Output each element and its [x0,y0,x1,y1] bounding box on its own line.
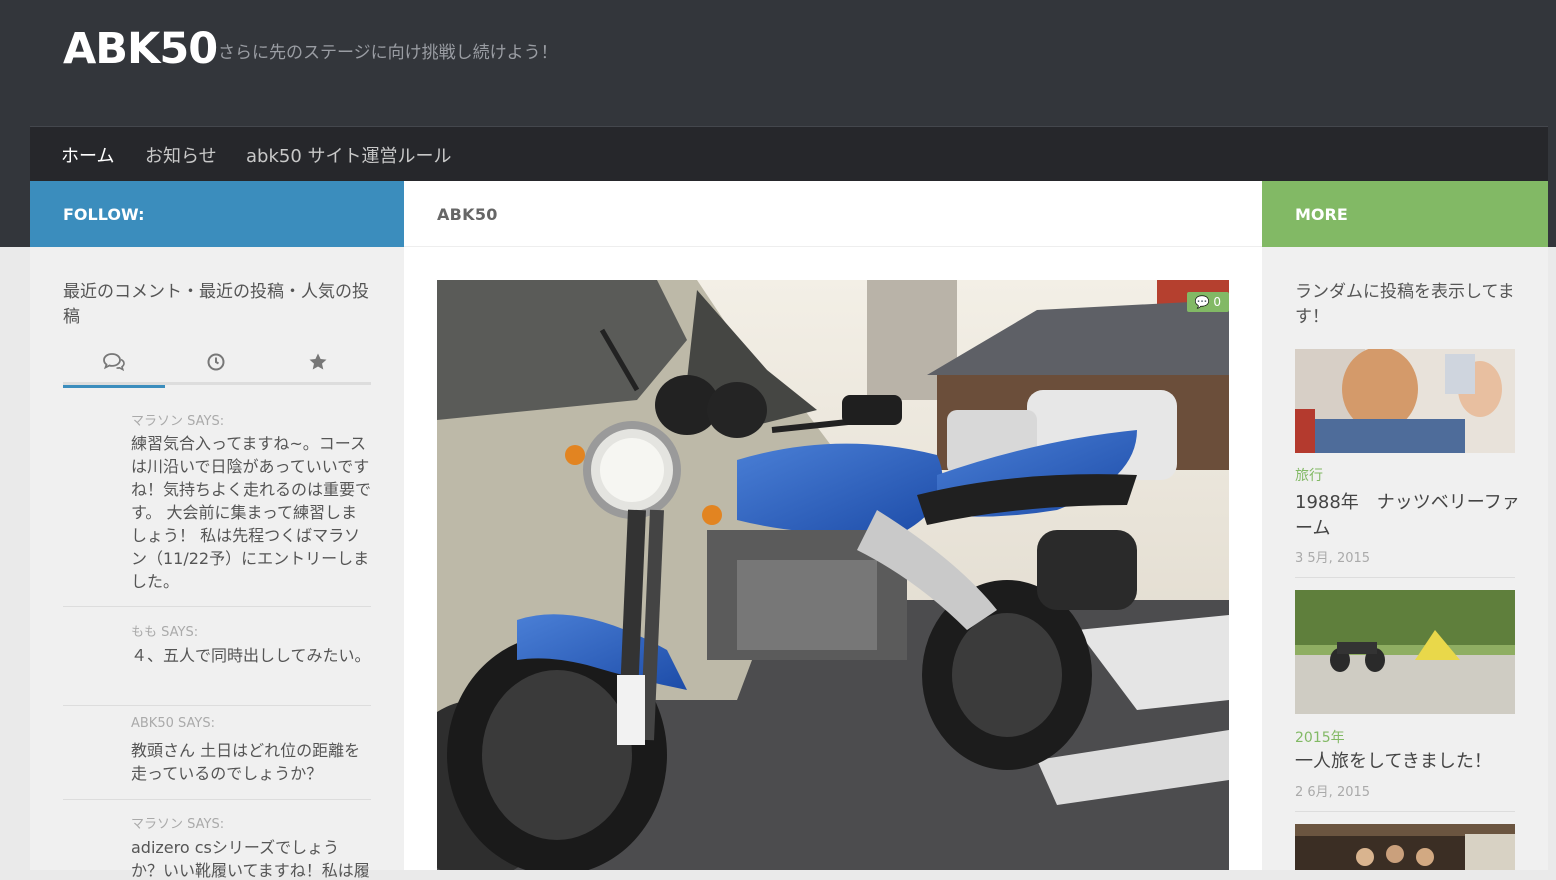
comment-item: マラソン SAYS: adizero csシリーズでしょうか？いい靴履いてますね… [63,800,371,880]
site-tagline: さらに先のステージに向け挑戦し続けよう！ [218,43,558,63]
comment-text[interactable]: ４、五人で同時出ししてみたい。 [131,644,371,667]
left-sidebar: FOLLOW: 最近のコメント・最近の投稿・人気の投稿 マラソン SAYS: 練… [30,181,404,880]
comment-text[interactable]: 教頭さん 土日はどれ位の距離を走っているのでしょうか？ [131,739,371,785]
comments-icon: 💬 [1194,295,1210,309]
comment-author[interactable]: もも SAYS: [131,621,198,640]
main-nav: ホーム お知らせ abk50 サイト運営ルール [30,126,1548,181]
widget-tabs [63,346,371,388]
tab-comments[interactable] [63,346,165,388]
comment-author[interactable]: ABK50 SAYS: [131,716,215,731]
post-divider [1295,577,1515,578]
post-date: 2 6月, 2015 [1295,785,1371,800]
comment-author[interactable]: マラソン SAYS: [131,410,224,429]
post-date: 3 5月, 2015 [1295,551,1371,566]
nav-item-home[interactable]: ホーム [61,142,114,168]
follow-heading: FOLLOW: [30,181,404,247]
star-icon [309,353,327,370]
more-heading: MORE [1262,181,1548,247]
widget-title: 最近のコメント・最近の投稿・人気の投稿 [63,282,369,327]
post-category[interactable]: 2015年 [1295,727,1345,747]
comment-text[interactable]: adizero csシリーズでしょうか？いい靴履いてますね！私は履い [131,836,371,880]
nav-item-news[interactable]: お知らせ [145,142,217,168]
comment-count: 0 [1213,295,1221,309]
post-title[interactable]: 1988年 ナッツベリーファーム [1295,490,1520,542]
motorcycle-photo [437,280,1229,870]
tab-recent-posts[interactable] [165,346,267,385]
comments-icon [103,353,125,372]
main-content: ABK50 💬 0 [404,181,1262,870]
comment-author[interactable]: マラソン SAYS: [131,813,224,832]
comment-item: マラソン SAYS: 練習気合入ってますね~。コースは川沿いで日陰があっていいで… [63,405,371,607]
featured-post-image[interactable]: 💬 0 [437,280,1229,870]
post-thumbnail[interactable] [1295,349,1515,453]
nav-item-rules[interactable]: abk50 サイト運営ルール [246,142,452,168]
clock-icon [207,353,225,371]
post-thumbnail[interactable] [1295,824,1515,870]
right-sidebar: MORE ランダムに投稿を表示してます！ 旅行 1988年 ナッツベリーファーム… [1262,181,1548,870]
site-title[interactable]: ABK50 [63,24,218,74]
post-title[interactable]: 一人旅をしてきました！ [1295,749,1520,775]
post-thumbnail-image [1295,590,1515,714]
post-thumbnail-image [1295,349,1515,453]
post-thumbnail-image [1295,824,1515,870]
tab-popular-posts[interactable] [267,346,369,385]
post-category[interactable]: 旅行 [1295,465,1323,485]
comment-item: もも SAYS: ４、五人で同時出ししてみたい。 [63,607,371,706]
random-posts-title: ランダムに投稿を表示してます！ [1295,282,1515,327]
main-heading: ABK50 [404,181,1262,247]
post-thumbnail[interactable] [1295,590,1515,714]
comment-count-badge[interactable]: 💬 0 [1186,292,1229,312]
post-divider [1295,811,1515,812]
comment-text[interactable]: 練習気合入ってますね~。コースは川沿いで日陰があっていいですね！気持ちよく走れる… [131,432,371,593]
comment-item: ABK50 SAYS: 教頭さん 土日はどれ位の距離を走っているのでしょうか？ [63,706,371,800]
